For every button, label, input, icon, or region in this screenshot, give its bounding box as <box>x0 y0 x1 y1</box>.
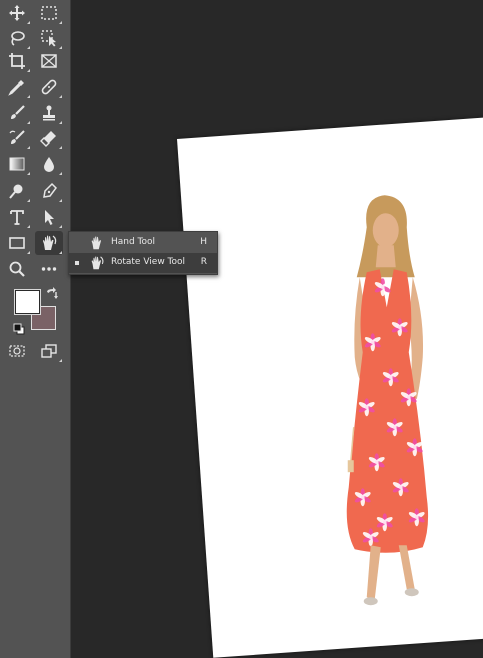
flyout-item-label: Hand Tool <box>111 237 156 247</box>
type-tool[interactable] <box>3 205 31 229</box>
bandage-icon <box>41 79 57 95</box>
clone-stamp-tool[interactable] <box>35 101 63 125</box>
gradient-icon <box>9 157 25 171</box>
rectangle-tool[interactable] <box>3 231 31 255</box>
blur-tool[interactable] <box>35 152 63 176</box>
gradient-tool[interactable] <box>3 152 31 176</box>
rotate-hand-icon <box>43 235 57 250</box>
tools-panel <box>0 0 71 658</box>
eraser-tool[interactable] <box>35 126 63 150</box>
flyout-item-shortcut: H <box>200 237 207 247</box>
drop-icon <box>44 157 54 172</box>
screen-mode-button[interactable] <box>35 339 63 363</box>
type-icon <box>10 210 24 225</box>
foreground-color-swatch[interactable] <box>14 289 41 315</box>
flyout-item-shortcut: R <box>200 257 207 267</box>
rect-marquee-icon <box>41 6 57 20</box>
more-icon <box>41 267 57 271</box>
crop-icon <box>9 53 25 69</box>
magnifier-icon <box>9 261 25 277</box>
move-icon <box>9 5 25 21</box>
selected-indicator <box>75 261 79 265</box>
eraser-icon <box>40 131 56 147</box>
quick-mask-button[interactable] <box>3 339 31 363</box>
brush-tool[interactable] <box>3 101 31 125</box>
document-canvas[interactable] <box>177 116 483 658</box>
swap-colors-icon[interactable] <box>45 286 59 300</box>
default-colors-icon[interactable] <box>13 320 25 335</box>
brush-icon <box>11 105 25 119</box>
healing-brush-tool[interactable] <box>35 75 63 99</box>
dodge-icon <box>9 184 23 199</box>
eyedropper-icon <box>8 80 24 96</box>
stamp-icon <box>43 105 55 121</box>
arrow-icon <box>45 210 54 225</box>
rotate-hand-icon <box>91 256 104 270</box>
lasso-icon <box>11 31 25 46</box>
screen-mode-icon <box>41 344 57 358</box>
quick-mask-icon <box>9 345 25 357</box>
flyout-item-label: Rotate View Tool <box>111 257 186 267</box>
lasso-tool[interactable] <box>3 26 31 50</box>
model-photo <box>346 195 429 606</box>
object-selection-tool[interactable] <box>35 26 63 50</box>
rect-marquee-tool[interactable] <box>35 1 63 25</box>
pen-icon <box>43 182 57 198</box>
history-brush-icon <box>9 130 25 144</box>
flyout-item-rotate-view-tool[interactable]: Rotate View Tool R <box>69 253 217 273</box>
object-selection-icon <box>41 30 56 47</box>
hand-icon <box>91 236 101 250</box>
flyout-item-hand-tool[interactable]: Hand Tool H <box>69 233 217 253</box>
frame-icon <box>41 54 57 68</box>
edit-toolbar[interactable] <box>35 257 63 281</box>
pen-tool[interactable] <box>35 179 63 203</box>
rotate-view-tool[interactable] <box>35 231 63 255</box>
history-brush-tool[interactable] <box>3 126 31 150</box>
move-tool[interactable] <box>3 1 31 25</box>
crop-tool[interactable] <box>3 49 31 73</box>
path-selection-tool[interactable] <box>35 205 63 229</box>
canvas-area[interactable] <box>71 0 483 658</box>
eyedropper-tool[interactable] <box>3 75 31 99</box>
rectangle-icon <box>9 237 25 249</box>
dodge-tool[interactable] <box>3 179 31 203</box>
zoom-tool[interactable] <box>3 257 31 281</box>
tool-flyout-menu: Hand Tool H Rotate View Tool R <box>68 231 218 275</box>
frame-tool[interactable] <box>35 49 63 73</box>
